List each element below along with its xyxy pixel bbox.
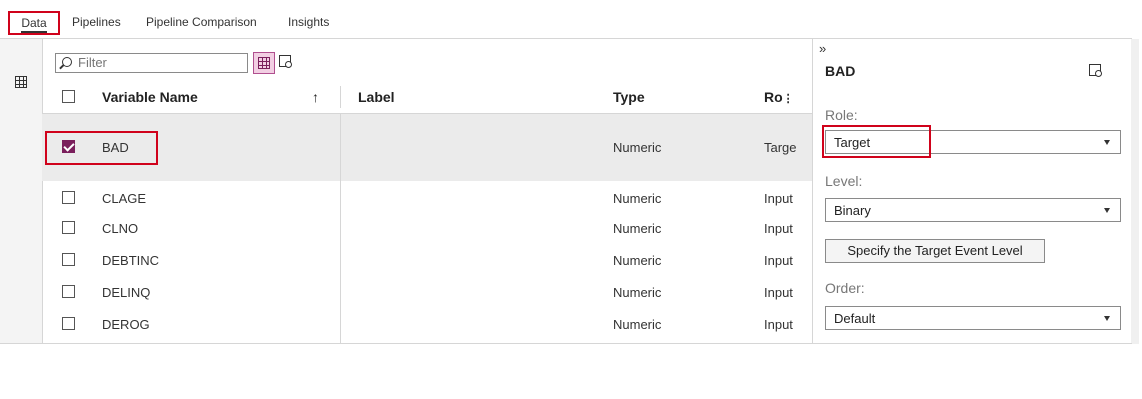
- level-value: Binary: [834, 203, 871, 218]
- header-label[interactable]: Label: [358, 89, 395, 105]
- filter-field[interactable]: [55, 53, 248, 73]
- table-row[interactable]: DEROG Numeric Input: [42, 309, 812, 341]
- specify-target-event-level-button[interactable]: Specify the Target Event Level: [825, 239, 1045, 263]
- sort-ascending-icon[interactable]: ↑: [312, 89, 319, 105]
- row-checkbox[interactable]: [62, 285, 75, 298]
- chevron-down-icon: [1104, 316, 1110, 321]
- cell-variable-name: CLNO: [102, 221, 139, 236]
- grid-icon: [258, 57, 270, 69]
- table-row[interactable]: DEBTINC Numeric Input: [42, 245, 812, 277]
- column-divider: [340, 113, 341, 344]
- header-role-label: Ro: [764, 89, 783, 105]
- cell-type: Numeric: [613, 140, 662, 155]
- cell-type: Numeric: [613, 191, 662, 206]
- tab-data[interactable]: Data: [8, 11, 60, 35]
- table-view-icon[interactable]: [15, 76, 27, 88]
- column-divider: [340, 86, 341, 108]
- panel-title: BAD: [825, 63, 856, 79]
- role-highlight-box: [822, 125, 931, 158]
- order-label: Order:: [825, 280, 865, 296]
- table-row[interactable]: DELINQ Numeric Input: [42, 277, 812, 309]
- cell-role: Targe: [764, 140, 797, 155]
- tab-data-label: Data: [21, 16, 47, 33]
- grid-view-button[interactable]: [253, 52, 275, 74]
- cell-variable-name: CLAGE: [102, 191, 147, 206]
- order-select[interactable]: Default: [825, 306, 1121, 330]
- cell-type: Numeric: [613, 221, 662, 236]
- cell-role: Input: [764, 317, 793, 332]
- role-label: Role:: [825, 107, 858, 123]
- left-rail: [0, 39, 43, 344]
- highlight-box: [45, 131, 158, 165]
- header-role[interactable]: Ro⋮: [764, 89, 794, 105]
- cell-variable-name: DEBTINC: [102, 253, 160, 268]
- search-icon: [62, 57, 72, 67]
- table-row[interactable]: CLNO Numeric Input: [42, 213, 812, 245]
- cell-role: Input: [764, 221, 793, 236]
- collapse-panel-icon[interactable]: »: [819, 41, 826, 56]
- header-variable-name[interactable]: Variable Name: [102, 89, 198, 105]
- chevron-down-icon: [1104, 208, 1110, 213]
- row-checkbox[interactable]: [62, 317, 75, 330]
- tab-bar: Data Pipelines Pipeline Comparison Insig…: [0, 0, 1142, 40]
- inspect-view-button[interactable]: [279, 55, 292, 68]
- tab-pipeline-comparison[interactable]: Pipeline Comparison: [146, 15, 257, 29]
- level-label: Level:: [825, 173, 863, 189]
- bottom-divider: [0, 343, 1132, 344]
- column-menu-icon[interactable]: ⋮: [783, 93, 794, 105]
- tab-pipelines[interactable]: Pipelines: [72, 15, 121, 29]
- order-value: Default: [834, 311, 876, 326]
- filter-input[interactable]: [78, 55, 238, 70]
- tab-insights[interactable]: Insights: [288, 15, 329, 29]
- cell-variable-name: DELINQ: [102, 285, 151, 300]
- cell-variable-name: DEROG: [102, 317, 150, 332]
- cell-type: Numeric: [613, 317, 662, 332]
- header-type[interactable]: Type: [613, 89, 645, 105]
- level-select[interactable]: Binary: [825, 198, 1121, 222]
- cell-type: Numeric: [613, 253, 662, 268]
- cell-role: Input: [764, 191, 793, 206]
- chevron-down-icon: [1104, 140, 1110, 145]
- cell-type: Numeric: [613, 285, 662, 300]
- table-header: Variable Name ↑ Label Type Ro⋮: [42, 80, 812, 114]
- row-checkbox[interactable]: [62, 253, 75, 266]
- table-row[interactable]: CLAGE Numeric Input: [42, 181, 812, 213]
- panel-scrollbar[interactable]: [1131, 39, 1139, 344]
- row-checkbox[interactable]: [62, 221, 75, 234]
- cell-role: Input: [764, 253, 793, 268]
- row-checkbox[interactable]: [62, 191, 75, 204]
- properties-panel: » BAD Role: Target Level: Binary Specify…: [812, 39, 1131, 344]
- cell-role: Input: [764, 285, 793, 300]
- select-all-checkbox[interactable]: [62, 90, 75, 103]
- inspect-icon[interactable]: [1089, 64, 1102, 77]
